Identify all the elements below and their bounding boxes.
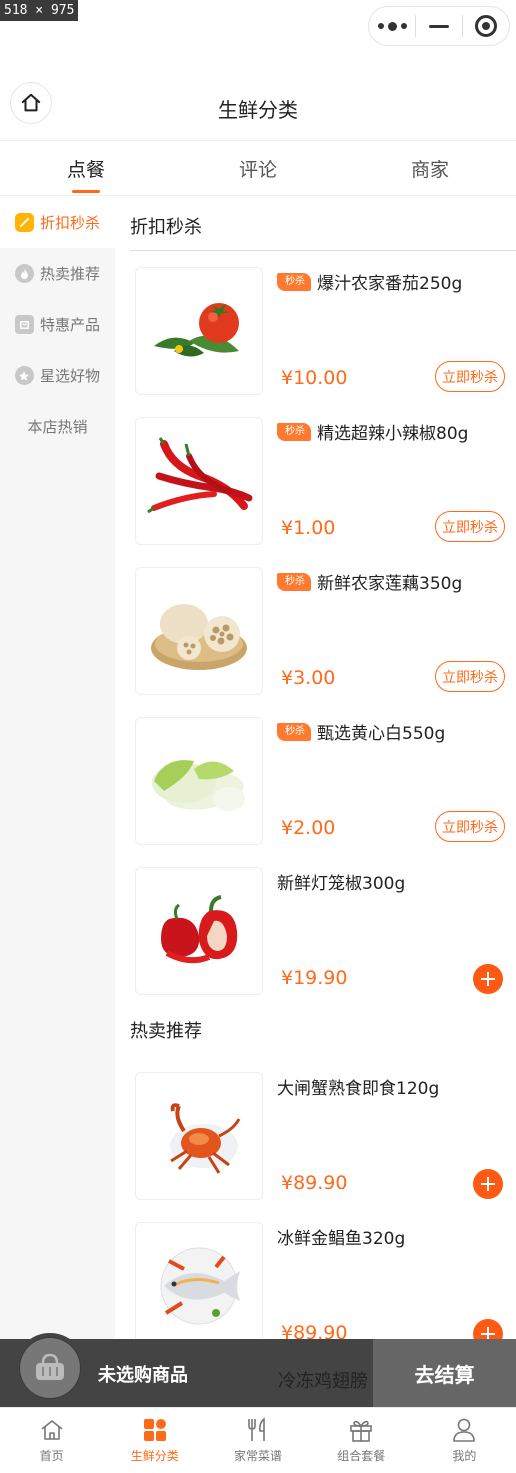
more-icon[interactable] [369, 7, 415, 45]
cart-status-text: 未选购商品 [98, 1365, 188, 1386]
tabbar-label: 组合套餐 [337, 1449, 386, 1463]
sidebar-item-label: 星选好物 [39, 367, 100, 385]
tabbar-item-mine[interactable]: 我的 [413, 1408, 516, 1473]
sidebar-item-star[interactable]: 星选好物 [0, 350, 115, 401]
bottom-tab-bar: 首页 生鲜分类 家常菜谱 组合套餐 我的 [0, 1407, 516, 1473]
category-grid-icon [141, 1416, 169, 1444]
tabbar-label: 生鲜分类 [130, 1449, 179, 1463]
tabbar-item-recipes[interactable]: 家常菜谱 [206, 1408, 309, 1473]
sidebar-item-bestseller[interactable]: 本店热销 [0, 401, 115, 452]
mini-program-capsule[interactable] [368, 6, 510, 46]
add-to-cart-button[interactable] [473, 964, 503, 994]
tabbar-label: 我的 [452, 1449, 477, 1463]
product-name: 新鲜灯笼椒300g [277, 874, 406, 894]
seckill-button[interactable]: 立即秒杀 [435, 511, 505, 542]
minimize-icon[interactable] [416, 7, 462, 45]
product-price: ¥10.00 [281, 367, 348, 389]
home-icon [38, 1416, 66, 1444]
product-image-chili [135, 417, 263, 545]
seckill-tag: 秒杀 [277, 572, 311, 591]
shopping-basket-icon [36, 1353, 64, 1380]
section-divider [130, 250, 516, 251]
product-image-tomato [135, 267, 263, 395]
navigation-bar: 生鲜分类 [0, 78, 516, 138]
tab-reviews[interactable]: 评论 [172, 141, 344, 195]
category-sidebar: 折扣秒杀 热卖推荐 特惠产品 星选好物 本店热销 [0, 197, 115, 1407]
tab-bar-top: 点餐 评论 商家 [0, 140, 516, 196]
image-size-label: 518 × 975 [0, 0, 79, 21]
product-image-bell-pepper [135, 867, 263, 995]
tabbar-label: 家常菜谱 [234, 1449, 283, 1463]
gift-icon [347, 1416, 375, 1444]
close-target-icon[interactable] [463, 7, 509, 45]
product-price: ¥3.00 [281, 667, 336, 689]
product-image-fish [135, 1222, 263, 1350]
home-button[interactable] [10, 82, 52, 124]
seckill-tag: 秒杀 [277, 272, 311, 291]
tab-order[interactable]: 点餐 [0, 141, 172, 195]
cart-button[interactable] [15, 1333, 85, 1403]
seckill-button[interactable]: 立即秒杀 [435, 811, 505, 842]
seckill-button[interactable]: 立即秒杀 [435, 661, 505, 692]
product-image-lotus-root [135, 567, 263, 695]
sidebar-item-label: 特惠产品 [39, 316, 100, 334]
tabbar-item-home[interactable]: 首页 [0, 1408, 103, 1473]
product-card[interactable]: 秒杀 精选超辣小辣椒80g ¥1.00 立即秒杀 [135, 417, 507, 545]
partially-hidden-product-name: 冷冻鸡翅膀 [278, 1371, 368, 1392]
sidebar-item-discount[interactable]: 折扣秒杀 [0, 197, 115, 248]
sidebar-item-label: 本店热销 [27, 418, 88, 436]
product-name: 秒杀 精选超辣小辣椒80g [277, 419, 468, 444]
product-image-cabbage [135, 717, 263, 845]
product-price: ¥89.90 [281, 1172, 348, 1194]
tabbar-item-combos[interactable]: 组合套餐 [310, 1408, 413, 1473]
star-icon [14, 366, 34, 385]
product-name: 冰鲜金鲳鱼320g [277, 1229, 406, 1249]
product-image-crab [135, 1072, 263, 1200]
product-name: 秒杀 新鲜农家莲藕350g [277, 569, 462, 594]
product-price: ¥2.00 [281, 817, 336, 839]
product-card[interactable]: 大闸蟹熟食即食120g ¥89.90 [135, 1072, 507, 1200]
product-card[interactable]: 秒杀 甄选黄心白550g ¥2.00 立即秒杀 [135, 717, 507, 845]
sidebar-item-label: 热卖推荐 [39, 265, 100, 283]
tabbar-item-category[interactable]: 生鲜分类 [103, 1408, 206, 1473]
sidebar-item-hot[interactable]: 热卖推荐 [0, 248, 115, 299]
product-card[interactable]: 新鲜灯笼椒300g ¥19.90 [135, 867, 507, 995]
flame-icon [14, 264, 34, 283]
sidebar-item-special[interactable]: 特惠产品 [0, 299, 115, 350]
sidebar-item-label: 折扣秒杀 [39, 214, 100, 232]
gift-box-icon [14, 315, 34, 334]
tag-icon [14, 213, 34, 232]
seckill-tag: 秒杀 [277, 422, 311, 441]
product-name: 秒杀 爆汁农家番茄250g [277, 269, 462, 294]
checkout-button[interactable]: 去结算 [373, 1339, 516, 1407]
product-card[interactable]: 秒杀 新鲜农家莲藕350g ¥3.00 立即秒杀 [135, 567, 507, 695]
page-title: 生鲜分类 [218, 97, 298, 122]
user-icon [450, 1416, 478, 1444]
product-card[interactable]: 秒杀 爆汁农家番茄250g ¥10.00 立即秒杀 [135, 267, 507, 395]
add-to-cart-button[interactable] [473, 1169, 503, 1199]
tab-merchant[interactable]: 商家 [344, 141, 516, 195]
seckill-tag: 秒杀 [277, 722, 311, 741]
product-name: 秒杀 甄选黄心白550g [277, 719, 445, 744]
cutlery-icon [244, 1416, 272, 1444]
home-outline-icon [21, 93, 41, 112]
product-price: ¥19.90 [281, 967, 348, 989]
product-name: 大闸蟹熟食即食120g [277, 1079, 440, 1099]
tabbar-label: 首页 [39, 1449, 64, 1463]
product-price: ¥1.00 [281, 517, 336, 539]
product-card[interactable]: 冰鲜金鲳鱼320g ¥89.90 [135, 1222, 507, 1350]
seckill-button[interactable]: 立即秒杀 [435, 361, 505, 392]
cart-bar: 冷冻鸡翅膀 未选购商品 去结算 [0, 1333, 516, 1407]
section-title: 折扣秒杀 [130, 217, 202, 238]
section-title: 热卖推荐 [130, 1021, 202, 1042]
